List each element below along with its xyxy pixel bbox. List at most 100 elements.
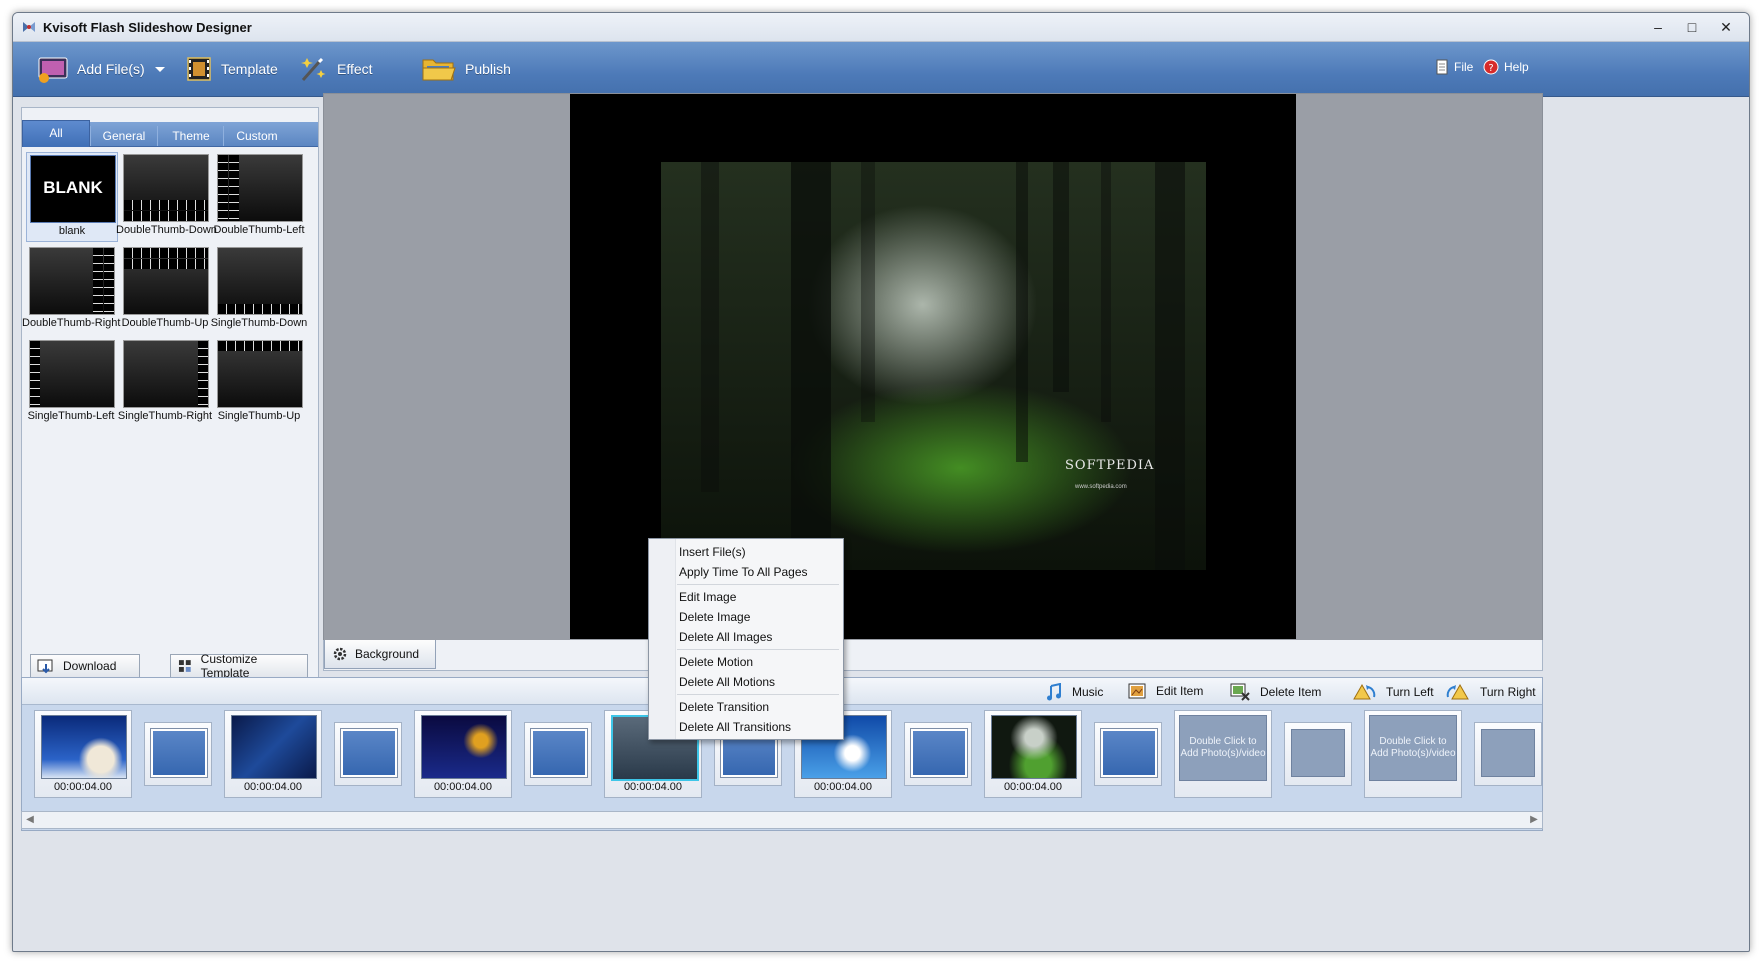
timeline-transition[interactable]: [904, 722, 972, 786]
template-label: Template: [221, 61, 278, 77]
add-files-label: Add File(s): [77, 61, 145, 77]
menu-item-edit-image[interactable]: Edit Image: [679, 590, 736, 604]
add-files-button[interactable]: Add File(s): [37, 52, 175, 86]
slide-thumbnail: [231, 715, 317, 779]
rotate-left-icon: [1353, 683, 1376, 700]
template-thumb-singlethumb-left[interactable]: SingleThumb-Left: [26, 338, 116, 426]
template-thumb-blank[interactable]: BLANK blank: [26, 152, 118, 242]
menu-item-delete-image[interactable]: Delete Image: [679, 610, 750, 624]
download-icon: [37, 659, 53, 674]
file-menu-label: File: [1454, 60, 1474, 74]
template-panel: All General Theme Custom BLANK blank Dou…: [21, 107, 319, 701]
minimize-button[interactable]: –: [1643, 17, 1673, 37]
timeline-transition[interactable]: [1094, 722, 1162, 786]
edit-item-button[interactable]: Edit Item: [1128, 683, 1203, 699]
help-button[interactable]: ? Help: [1483, 59, 1529, 75]
menu-item-apply-time[interactable]: Apply Time To All Pages: [679, 565, 808, 579]
slide-thumbnail: [41, 715, 127, 779]
slide-duration: 00:00:04.00: [623, 781, 683, 793]
window-title: Kvisoft Flash Slideshow Designer: [43, 20, 252, 35]
empty-transition-slot[interactable]: [1474, 722, 1542, 786]
menu-item-insert-files[interactable]: Insert File(s): [679, 545, 746, 559]
blank-text: BLANK: [43, 178, 103, 197]
context-menu: Insert File(s) Apply Time To All Pages E…: [648, 538, 844, 740]
background-tab-label: Background: [355, 647, 420, 661]
menu-separator: [677, 584, 839, 585]
menu-item-delete-all-images[interactable]: Delete All Images: [679, 630, 772, 644]
slide-duration: 00:00:04.00: [813, 781, 873, 793]
turn-left-button[interactable]: Turn Left: [1352, 683, 1434, 701]
template-preview: [29, 340, 115, 408]
timeline-transition[interactable]: [334, 722, 402, 786]
empty-slide-slot[interactable]: Double Click to Add Photo(s)/video: [1364, 710, 1462, 798]
menu-item-delete-all-motions[interactable]: Delete All Motions: [679, 675, 775, 689]
music-button[interactable]: Music: [1046, 683, 1103, 701]
delete-item-button[interactable]: Delete Item: [1230, 683, 1321, 701]
slide-thumbnail: [421, 715, 507, 779]
file-menu-button[interactable]: File: [1435, 59, 1473, 75]
template-thumb-singlethumb-up[interactable]: SingleThumb-Up: [214, 338, 304, 426]
menu-item-delete-transition[interactable]: Delete Transition: [679, 700, 769, 714]
template-label: blank: [58, 225, 86, 237]
template-thumb-doublethumb-left[interactable]: DoubleThumb-Left: [213, 152, 305, 240]
customize-template-button[interactable]: Customize Template: [170, 652, 308, 680]
effect-button[interactable]: Effect: [297, 52, 373, 86]
close-button[interactable]: ✕: [1711, 17, 1741, 37]
maximize-button[interactable]: □: [1677, 17, 1707, 37]
timeline-slide[interactable]: 00:00:04.00: [984, 710, 1082, 798]
help-icon: ?: [1483, 59, 1499, 75]
edit-image-icon: [1128, 683, 1146, 699]
template-label: DoubleThumb-Up: [121, 317, 209, 329]
slide-photo[interactable]: SOFTPEDIA www.softpedia.com: [661, 162, 1206, 570]
publish-label: Publish: [465, 61, 511, 77]
template-preview: [123, 247, 209, 315]
template-thumb-singlethumb-right[interactable]: SingleThumb-Right: [118, 338, 212, 426]
slide-duration: 00:00:04.00: [1003, 781, 1063, 793]
empty-transition-box: [1481, 729, 1535, 777]
transition-icon: [341, 729, 397, 777]
template-preview: [217, 340, 303, 408]
rotate-right-icon: [1446, 683, 1469, 700]
background-tab[interactable]: Background: [324, 640, 436, 669]
template-thumb-doublethumb-down[interactable]: DoubleThumb-Down: [116, 152, 217, 240]
gear-icon: [333, 647, 347, 661]
transition-icon: [1101, 729, 1157, 777]
download-button[interactable]: Download: [30, 654, 140, 678]
publish-button[interactable]: Publish: [421, 52, 511, 86]
chevron-down-icon[interactable]: [153, 64, 167, 74]
template-button[interactable]: Template: [185, 52, 278, 86]
tab-general[interactable]: General: [90, 126, 157, 146]
menu-separator: [677, 694, 839, 695]
empty-transition-slot[interactable]: [1284, 722, 1352, 786]
turn-right-button[interactable]: Turn Right: [1446, 683, 1536, 701]
timeline-slide[interactable]: 00:00:04.00: [414, 710, 512, 798]
empty-transition-box: [1291, 729, 1345, 777]
slide-thumbnail: [991, 715, 1077, 779]
tab-custom[interactable]: Custom: [223, 126, 290, 146]
customize-template-label: Customize Template: [200, 652, 258, 680]
menu-item-delete-all-transitions[interactable]: Delete All Transitions: [679, 720, 791, 734]
template-thumb-doublethumb-up[interactable]: DoubleThumb-Up: [120, 245, 210, 333]
menu-gutter: [649, 539, 676, 739]
menu-separator: [677, 649, 839, 650]
scroll-left-arrow[interactable]: ◀: [22, 812, 38, 828]
slide-duration: 00:00:04.00: [53, 781, 113, 793]
tab-all[interactable]: All: [22, 120, 90, 147]
menu-item-delete-motion[interactable]: Delete Motion: [679, 655, 753, 669]
tab-theme[interactable]: Theme: [157, 126, 224, 146]
app-logo-icon: [23, 22, 35, 32]
preview-area: SOFTPEDIA www.softpedia.com: [323, 93, 1543, 641]
template-thumb-doublethumb-right[interactable]: DoubleThumb-Right: [22, 245, 120, 333]
template-thumb-singlethumb-down[interactable]: SingleThumb-Down: [211, 245, 307, 333]
music-label: Music: [1072, 685, 1104, 699]
timeline-transition[interactable]: [144, 722, 212, 786]
slide-duration: 00:00:04.00: [243, 781, 303, 793]
timeline-slide[interactable]: 00:00:04.00: [224, 710, 322, 798]
timeline-slide[interactable]: 00:00:04.00: [34, 710, 132, 798]
timeline-scrollbar[interactable]: ◀ ▶: [21, 811, 1543, 829]
title-bar: Kvisoft Flash Slideshow Designer – □ ✕: [13, 13, 1749, 42]
empty-slide-slot[interactable]: Double Click to Add Photo(s)/video: [1174, 710, 1272, 798]
transition-icon: [911, 729, 967, 777]
scroll-right-arrow[interactable]: ▶: [1526, 812, 1542, 828]
timeline-transition[interactable]: [524, 722, 592, 786]
